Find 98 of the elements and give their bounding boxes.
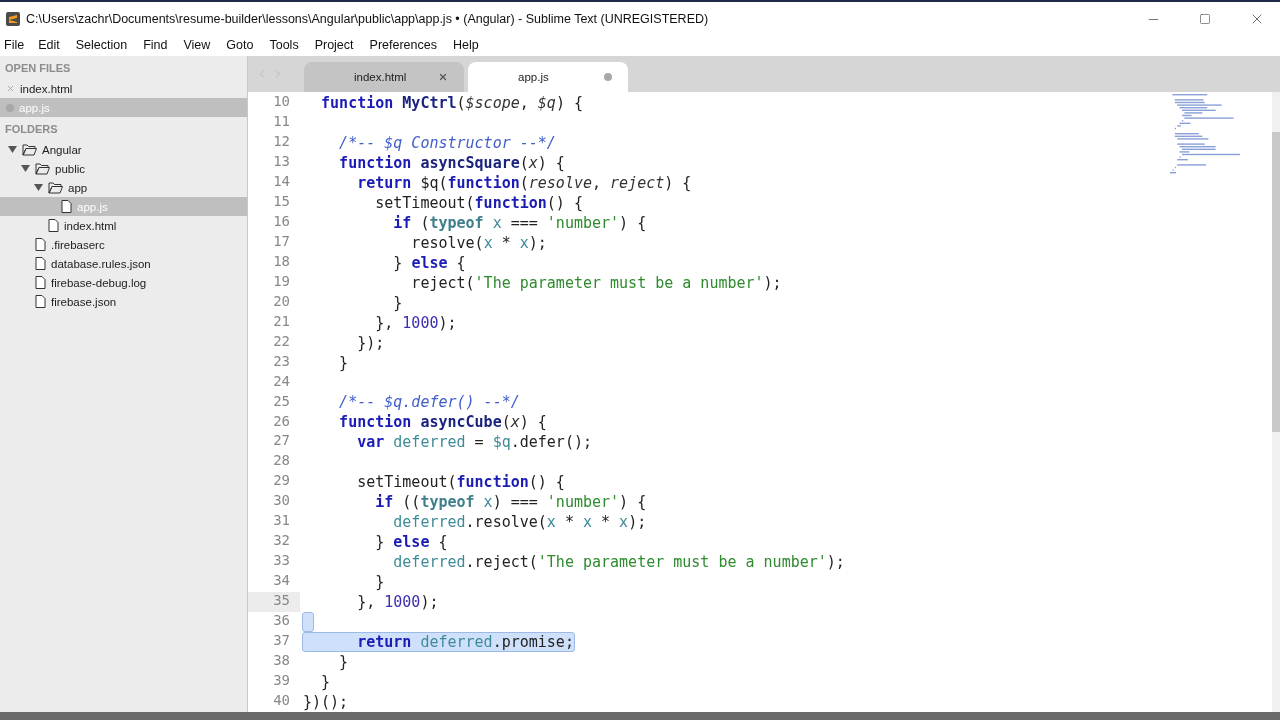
code-line: } <box>338 652 350 672</box>
editor-tab[interactable]: app.js <box>468 62 628 92</box>
code-line: reject('The parameter must be a number'); <box>410 272 783 293</box>
code-line: if ((typeof x) === 'number') { <box>374 492 648 512</box>
menu-item[interactable]: Preferences <box>369 38 445 52</box>
line-number: 28 <box>272 452 291 471</box>
folder-icon <box>48 181 63 194</box>
line-number: 25 <box>272 392 291 411</box>
tree-item[interactable]: app <box>0 178 247 197</box>
file-icon <box>35 257 46 270</box>
line-number: 23 <box>272 352 291 371</box>
line-number: 17 <box>272 232 291 251</box>
editor-tab[interactable]: index.html <box>304 62 464 92</box>
menu-item[interactable]: File <box>4 38 33 52</box>
tree-item[interactable]: public <box>0 159 247 178</box>
tree-item[interactable]: .firebaserc <box>0 235 247 254</box>
window-title: C:\Users\zachr\Documents\resume-builder\lessons\Angular\public\app\app.js • (Angular) - Sublime Text (UNREGISTERED) <box>26 12 710 26</box>
file-icon <box>61 200 72 213</box>
code-line: deferred.reject('The parameter must be a number'); <box>392 552 846 572</box>
tree-item[interactable]: firebase-debug.log <box>0 273 247 292</box>
line-number: 24 <box>272 372 291 391</box>
line-number: 11 <box>272 112 291 131</box>
line-number: 40 <box>272 692 291 711</box>
code-line: setTimeout(function() { <box>356 472 566 492</box>
tree-item[interactable]: index.html <box>0 216 247 235</box>
code-line: if (typeof x === 'number') { <box>392 212 648 233</box>
code-line: } <box>374 572 386 592</box>
line-number: 15 <box>272 192 291 211</box>
file-icon <box>35 238 46 251</box>
sidebar-heading: OPEN FILES <box>4 61 72 76</box>
menu-item[interactable]: Help <box>452 38 487 52</box>
code-line: } else { <box>392 252 467 273</box>
line-number: 27 <box>272 432 291 451</box>
code-line: }, 1000); <box>356 592 440 612</box>
line-number: 16 <box>272 212 291 231</box>
code-line: } <box>338 352 350 373</box>
code-line: return $q(function(resolve, reject) { <box>356 172 693 193</box>
line-number: 20 <box>272 292 291 311</box>
line-number: 12 <box>272 132 291 151</box>
disclosure-triangle-icon[interactable] <box>8 145 17 154</box>
line-number: 21 <box>272 312 291 331</box>
line-number: 26 <box>272 412 291 431</box>
close-icon[interactable] <box>438 72 448 82</box>
menu-item[interactable]: Selection <box>75 38 136 52</box>
line-number: 32 <box>272 532 291 551</box>
file-icon <box>48 219 59 232</box>
menu-item[interactable]: Project <box>314 38 362 52</box>
line-number: 10 <box>272 93 291 111</box>
code-line: })(); <box>302 692 350 712</box>
code-line: function MyCtrl($scope, $q) { <box>320 93 584 113</box>
menu-item[interactable]: Find <box>143 38 176 52</box>
code-line: }); <box>356 332 386 353</box>
disclosure-triangle-icon[interactable] <box>21 164 30 173</box>
code-line: }, 1000); <box>374 312 458 333</box>
scrollbar[interactable] <box>1272 92 1280 712</box>
menu-item[interactable]: Tools <box>269 38 307 52</box>
code-line: var deferred = $q.defer(); <box>356 432 593 453</box>
line-number: 19 <box>272 272 291 291</box>
code-line: } <box>320 672 332 692</box>
line-number: 29 <box>272 472 291 491</box>
menu-item[interactable]: View <box>183 38 219 52</box>
sidebar-heading: FOLDERS <box>4 122 59 137</box>
open-file-item[interactable]: index.html <box>0 79 247 98</box>
tree-item[interactable]: firebase.json <box>0 292 247 311</box>
code-line: /*-- $q Constructor --*/ <box>338 132 557 153</box>
tree-item[interactable]: Angular <box>0 140 247 159</box>
menu-item[interactable]: Edit <box>38 38 68 52</box>
folder-icon <box>22 143 37 156</box>
line-number: 37 <box>272 632 291 651</box>
line-number: 18 <box>272 252 291 271</box>
line-number: 33 <box>272 552 291 571</box>
line-number: 35 <box>248 592 300 613</box>
line-number: 36 <box>272 612 291 631</box>
line-number: 30 <box>272 492 291 511</box>
line-number: 14 <box>272 172 291 191</box>
code-line: function asyncSquare(x) { <box>338 152 566 173</box>
menu-item[interactable]: Goto <box>226 38 262 52</box>
code-line: setTimeout(function() { <box>374 192 584 213</box>
code-line: deferred.resolve(x * x * x); <box>392 512 648 532</box>
line-number: 34 <box>272 572 291 591</box>
file-icon <box>35 295 46 308</box>
line-number: 13 <box>272 152 291 171</box>
folder-icon <box>35 162 50 175</box>
file-icon <box>35 276 46 289</box>
line-number: 22 <box>272 332 291 351</box>
code-line: /*-- $q.defer() --*/ <box>338 392 521 413</box>
tree-item[interactable]: database.rules.json <box>0 254 247 273</box>
code-line: } else { <box>374 532 449 552</box>
line-number: 39 <box>272 672 291 691</box>
disclosure-triangle-icon[interactable] <box>34 183 43 192</box>
code-line: resolve(x * x); <box>410 232 548 253</box>
line-number: 38 <box>272 652 291 671</box>
unsaved-dot-icon[interactable] <box>604 73 612 81</box>
maximize-icon[interactable] <box>1199 13 1211 25</box>
line-number: 31 <box>272 512 291 531</box>
app-logo-icon <box>6 12 20 26</box>
code-line: function asyncCube(x) { <box>338 412 548 433</box>
code-line: } <box>392 292 404 313</box>
